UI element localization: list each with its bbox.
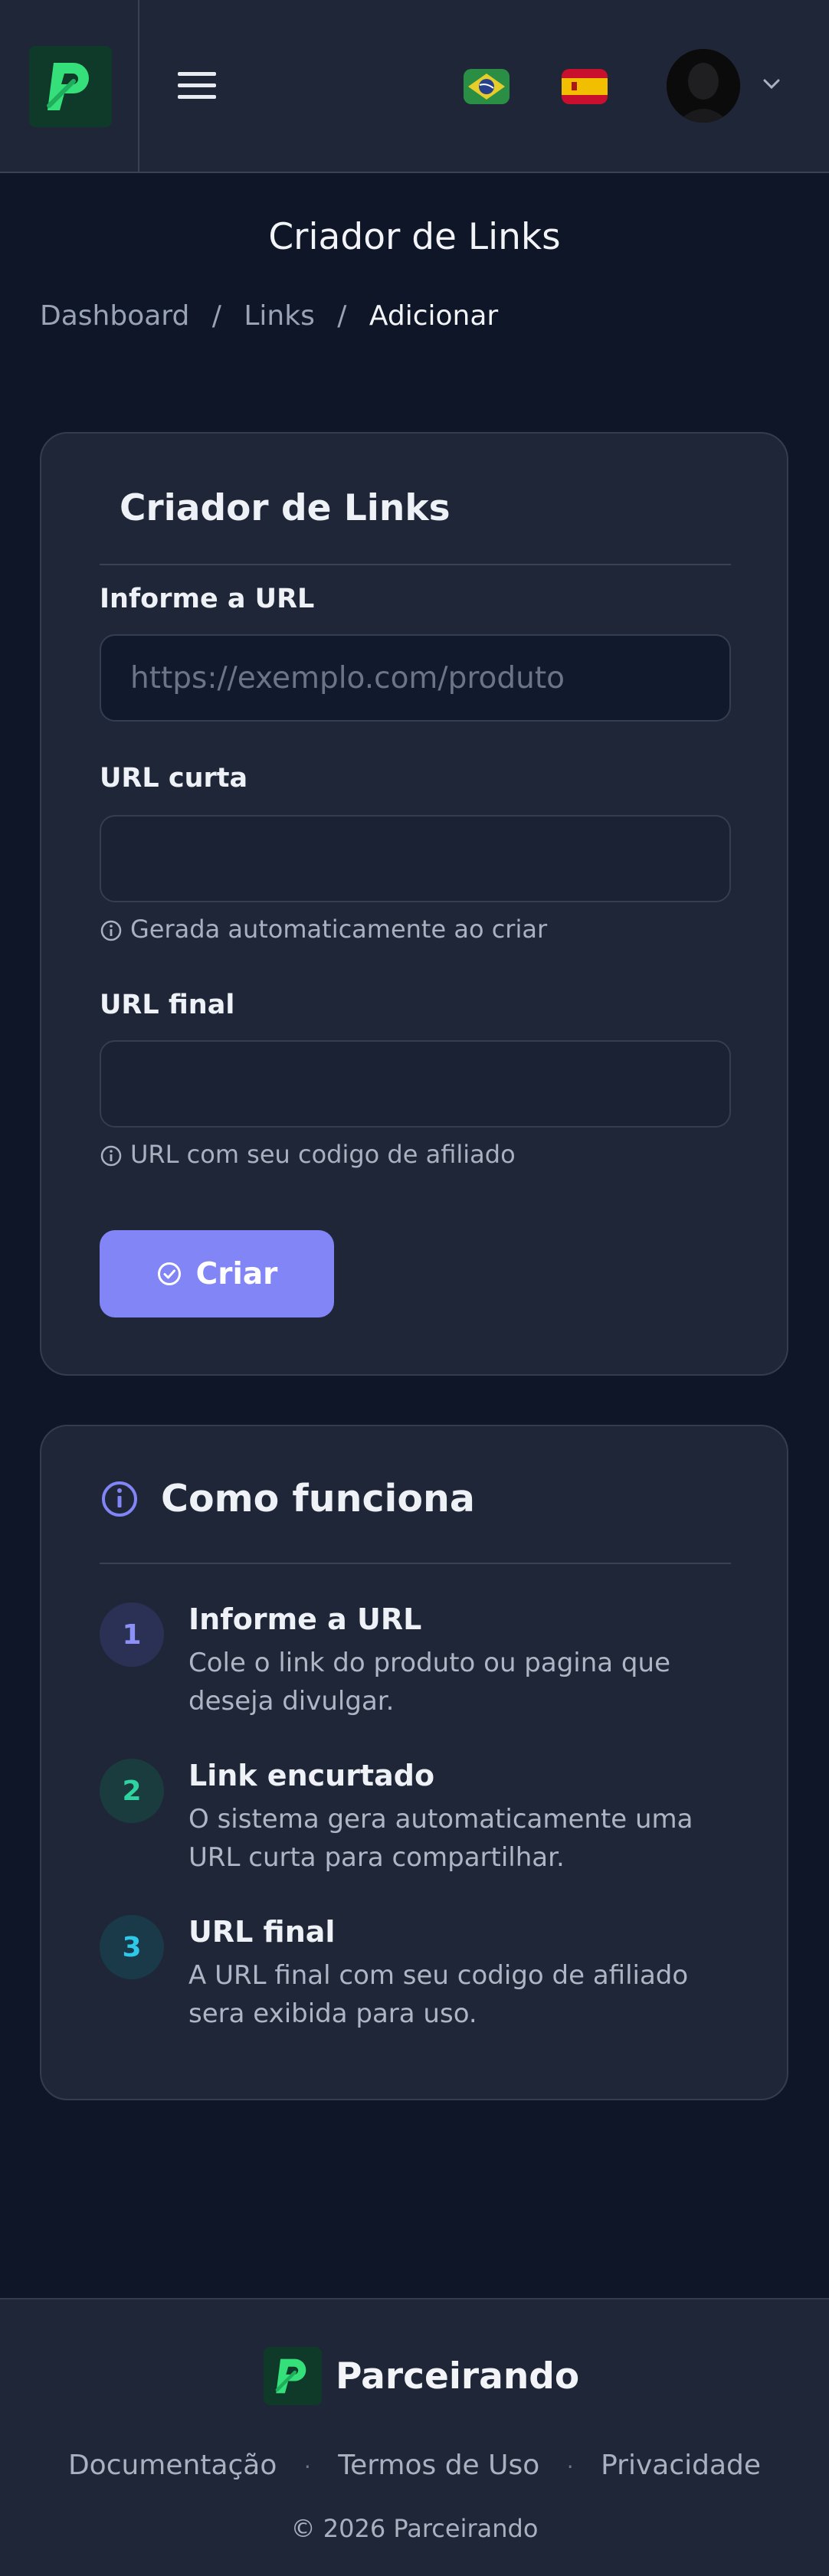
step-title: Informe a URL bbox=[188, 1602, 422, 1636]
app-logo[interactable] bbox=[29, 46, 112, 127]
check-circle-icon bbox=[157, 1262, 181, 1285]
how-it-works-card: Como funciona 1 Informe a URL Cole o lin… bbox=[40, 1425, 788, 2100]
footer-links: Documentação · Termos de Uso · Privacida… bbox=[0, 2450, 829, 2481]
final-url-field[interactable] bbox=[100, 1040, 731, 1128]
user-avatar-icon bbox=[667, 49, 740, 123]
info-circle-icon bbox=[102, 1481, 137, 1517]
breadcrumb-dashboard[interactable]: Dashboard bbox=[40, 300, 189, 332]
menu-bar bbox=[178, 83, 216, 87]
footer: Parceirando Documentação · Termos de Uso… bbox=[0, 2298, 829, 2576]
footer-link-separator: · bbox=[303, 2454, 311, 2479]
info-title: Como funciona bbox=[161, 1477, 475, 1520]
menu-bar bbox=[178, 72, 216, 76]
logo-p-icon bbox=[47, 63, 89, 110]
copyright: © 2026 Parceirando bbox=[290, 2514, 539, 2543]
footer-logo bbox=[264, 2347, 322, 2405]
short-url-hint-text: Gerada automaticamente ao criar bbox=[130, 915, 548, 944]
page-title: Criador de Links bbox=[268, 216, 561, 258]
spain-flag-icon[interactable] bbox=[562, 69, 608, 104]
final-url-hint: URL com seu codigo de afiliado bbox=[100, 1140, 516, 1169]
top-bar bbox=[0, 0, 829, 173]
url-input[interactable] bbox=[100, 634, 731, 722]
final-url-label: URL final bbox=[100, 990, 235, 1020]
short-url-hint: Gerada automaticamente ao criar bbox=[100, 915, 547, 944]
step-description: O sistema gera automaticamente uma URL c… bbox=[188, 1804, 693, 1873]
url-label: Informe a URL bbox=[100, 584, 315, 614]
menu-bar bbox=[178, 95, 216, 99]
divider bbox=[100, 564, 731, 565]
step-title: URL final bbox=[188, 1915, 336, 1949]
step-number: 2 bbox=[100, 1759, 164, 1823]
card-heading: Criador de Links bbox=[120, 487, 451, 529]
footer-link-privacy[interactable]: Privacidade bbox=[601, 2450, 761, 2481]
breadcrumb-separator: / bbox=[337, 300, 347, 332]
info-header: Como funciona bbox=[100, 1477, 475, 1520]
logo-cell bbox=[0, 0, 139, 173]
short-url-field[interactable] bbox=[100, 815, 731, 902]
brazil-flag-icon[interactable] bbox=[464, 69, 510, 104]
final-url-hint-text: URL com seu codigo de afiliado bbox=[130, 1140, 516, 1169]
create-button[interactable]: Criar bbox=[100, 1230, 334, 1317]
user-avatar[interactable] bbox=[667, 49, 740, 123]
footer-link-terms[interactable]: Termos de Uso bbox=[338, 2450, 539, 2481]
breadcrumb-separator: / bbox=[211, 300, 221, 332]
footer-brand[interactable]: Parceirando bbox=[264, 2347, 579, 2405]
step-description: A URL final com seu codigo de afiliado s… bbox=[188, 1960, 689, 2029]
breadcrumb-current: Adicionar bbox=[369, 300, 499, 332]
create-button-label: Criar bbox=[195, 1256, 278, 1291]
logo-p-icon bbox=[275, 2358, 306, 2394]
step-description: Cole o link do produto ou pagina que des… bbox=[188, 1648, 670, 1717]
step-number: 1 bbox=[100, 1602, 164, 1667]
chevron-down-icon[interactable] bbox=[763, 79, 780, 90]
info-icon bbox=[100, 1145, 122, 1167]
link-creator-card: Criador de Links Informe a URL URL curta… bbox=[40, 432, 788, 1376]
info-icon bbox=[100, 920, 122, 941]
breadcrumb-links[interactable]: Links bbox=[244, 300, 314, 332]
footer-link-separator: · bbox=[566, 2454, 574, 2479]
footer-link-documentation[interactable]: Documentação bbox=[68, 2450, 277, 2481]
menu-toggle-button[interactable] bbox=[178, 72, 216, 100]
breadcrumb: Dashboard / Links / Adicionar bbox=[40, 300, 498, 332]
footer-brand-name: Parceirando bbox=[336, 2355, 580, 2398]
step-number: 3 bbox=[100, 1915, 164, 1979]
divider bbox=[100, 1563, 731, 1564]
short-url-label: URL curta bbox=[100, 763, 248, 794]
step-title: Link encurtado bbox=[188, 1759, 435, 1792]
